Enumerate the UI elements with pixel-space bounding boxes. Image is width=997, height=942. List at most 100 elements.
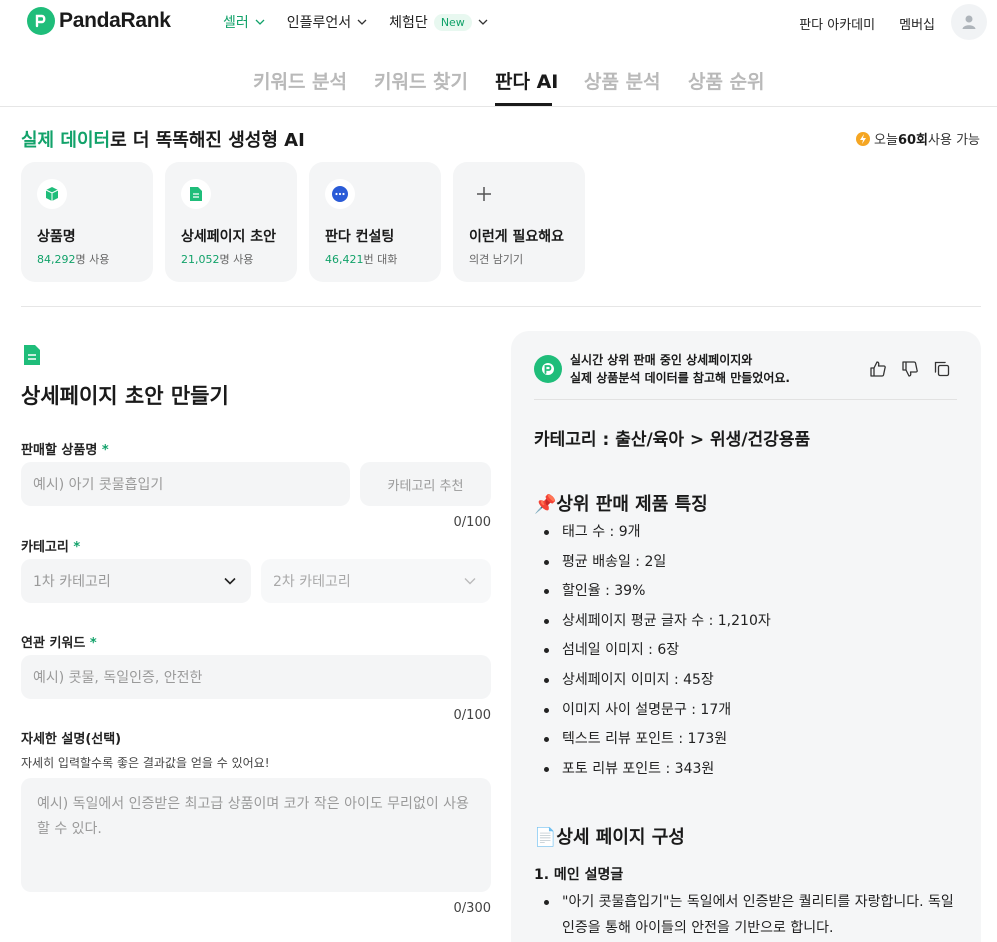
document-icon — [181, 179, 211, 209]
list-item: 섬네일 이미지 : 6장 — [534, 636, 771, 666]
detail-textarea[interactable]: 예시) 독일에서 인증받은 최고급 상품이며 코가 작은 아이도 무리없이 사용… — [21, 778, 491, 892]
menu-item-label: 체험단 — [389, 15, 428, 31]
card-feedback[interactable]: 이런게 필요해요 의견 남기기 — [453, 162, 585, 282]
main-desc-text: "아기 콧물흡입기"는 독일에서 인증받은 퀄리티를 자랑합니다. 독일인증을 … — [544, 889, 962, 941]
card-unit: 명 사용 — [75, 253, 110, 266]
required-mark: * — [73, 540, 81, 555]
bot-message-line: 실시간 상위 판매 중인 상세페이지와 — [570, 353, 753, 367]
required-mark: * — [89, 636, 97, 651]
form-title: 상세페이지 초안 만들기 — [21, 384, 229, 408]
label-text: 연관 키워드 — [21, 636, 86, 651]
category-recommend-button[interactable]: 카테고리 추천 — [360, 462, 491, 506]
chevron-down-icon — [357, 19, 367, 25]
active-tab-indicator — [495, 103, 552, 106]
features-heading: 📌상위 판매 제품 특징 — [534, 494, 708, 515]
membership-link[interactable]: 멤버십 — [899, 14, 935, 33]
top-nav: PandaRank 셀러 인플루언서 체험단 New 판다 아카데미 멤버십 — [0, 0, 997, 44]
headline-highlight: 실제 데이터 — [21, 130, 111, 151]
box-icon — [37, 179, 67, 209]
card-count: 84,292 — [37, 253, 76, 266]
product-name-counter: 0/100 — [453, 515, 491, 530]
thumbs-down-icon[interactable] — [901, 360, 919, 378]
result-panel: 실시간 상위 판매 중인 상세페이지와 실제 상품분석 데이터를 참고해 만들었… — [511, 331, 981, 942]
menu-item-influencer[interactable]: 인플루언서 — [287, 12, 367, 32]
list-item: 텍스트 리뷰 포인트 : 173원 — [534, 725, 771, 755]
logo[interactable]: PandaRank — [27, 7, 171, 35]
keywords-input[interactable]: 예시) 콧물, 독일인증, 안전한 — [21, 655, 491, 699]
new-badge: New — [433, 13, 472, 31]
card-unit: 명 사용 — [219, 253, 254, 266]
avatar[interactable] — [951, 4, 987, 40]
product-name-input[interactable]: 예시) 아기 콧물흡입기 — [21, 462, 350, 506]
page-headline: 실제 데이터로 더 똑똑해진 생성형 AI — [21, 126, 305, 152]
tab-keyword-find[interactable]: 키워드 찾기 — [374, 67, 468, 94]
category-result: 카테고리 : 출산/육아 > 위생/건강용품 — [534, 430, 811, 450]
card-product-name[interactable]: 상품명 84,292명 사용 — [21, 162, 153, 282]
card-count: 21,052 — [181, 253, 220, 266]
second-category-select[interactable]: 2차 카테고리 — [261, 559, 491, 603]
tab-product-ranking[interactable]: 상품 순위 — [688, 67, 765, 94]
usage-suffix: 사용 가능 — [928, 133, 980, 148]
chat-icon — [325, 179, 355, 209]
detail-hint: 자세히 입력할수록 좋은 결과값을 얻을 수 있어요! — [21, 756, 270, 770]
category-label: 카테고리 * — [21, 536, 80, 555]
result-actions — [869, 360, 951, 378]
detail-label: 자세한 설명(선택) — [21, 732, 122, 747]
keywords-label: 연관 키워드 * — [21, 632, 97, 651]
chevron-down-icon — [464, 578, 476, 585]
logo-mark-icon — [27, 7, 55, 35]
panel-divider — [534, 399, 957, 400]
list-item: 평균 배송일 : 2일 — [534, 548, 771, 578]
bolt-icon — [856, 131, 871, 146]
right-links: 판다 아카데미 멤버십 — [799, 14, 935, 33]
usage-count: 60회 — [897, 133, 929, 148]
card-title: 상세페이지 초안 — [181, 229, 277, 245]
card-sub: 46,421번 대화 — [325, 251, 397, 267]
usage-prefix: 오늘 — [874, 133, 898, 148]
structure-heading: 📄상세 페이지 구성 — [534, 827, 685, 848]
bot-message-line: 실제 상품분석 데이터를 참고해 만들었어요. — [570, 371, 790, 385]
card-count: 46,421 — [325, 253, 364, 266]
card-panda-consulting[interactable]: 판다 컨설팅 46,421번 대화 — [309, 162, 441, 282]
bot-message: 실시간 상위 판매 중인 상세페이지와 실제 상품분석 데이터를 참고해 만들었… — [570, 351, 790, 387]
feature-list: 태그 수 : 9개 평균 배송일 : 2일 할인율 : 39% 상세페이지 평균… — [534, 518, 771, 784]
first-category-select[interactable]: 1차 카테고리 — [21, 559, 251, 603]
card-title: 상품명 — [37, 229, 76, 245]
headline-rest: 로 더 똑똑해진 생성형 AI — [110, 130, 305, 151]
keywords-counter: 0/100 — [453, 708, 491, 723]
academy-link[interactable]: 판다 아카데미 — [799, 14, 875, 33]
card-sub: 84,292명 사용 — [37, 251, 109, 267]
tool-cards: 상품명 84,292명 사용 상세페이지 초안 21,052명 사용 판다 컨설… — [21, 162, 585, 282]
tab-panda-ai[interactable]: 판다 AI — [495, 67, 558, 94]
menu-item-label: 셀러 — [223, 15, 249, 31]
plus-icon — [469, 179, 499, 209]
product-name-label: 판매할 상품명 * — [21, 439, 109, 458]
tab-keyword-analysis[interactable]: 키워드 분석 — [253, 67, 347, 94]
chevron-down-icon — [224, 577, 236, 585]
usage-status: 오늘 60회 사용 가능 — [856, 129, 980, 148]
section-divider — [21, 306, 981, 307]
user-icon — [962, 15, 976, 29]
list-item: 이미지 사이 설명문구 : 17개 — [534, 696, 771, 726]
thumbs-up-icon[interactable] — [869, 360, 887, 378]
select-value: 1차 카테고리 — [33, 574, 111, 590]
list-item: 상세페이지 이미지 : 45장 — [534, 666, 771, 696]
list-item: 포토 리뷰 포인트 : 343원 — [534, 755, 771, 785]
card-detail-draft[interactable]: 상세페이지 초안 21,052명 사용 — [165, 162, 297, 282]
list-item: 태그 수 : 9개 — [534, 518, 771, 548]
select-value: 2차 카테고리 — [273, 574, 351, 590]
card-title: 이런게 필요해요 — [469, 229, 565, 245]
label-text: 판매할 상품명 — [21, 443, 98, 458]
menu-item-experience[interactable]: 체험단 New — [389, 12, 488, 32]
panda-bot-icon — [534, 355, 562, 383]
copy-icon[interactable] — [933, 360, 951, 378]
chevron-down-icon — [478, 19, 488, 25]
main-desc-heading: 1. 메인 설명글 — [534, 867, 624, 883]
tab-product-analysis[interactable]: 상품 분석 — [584, 67, 661, 94]
card-sub: 의견 남기기 — [469, 253, 524, 266]
menu-item-seller[interactable]: 셀러 — [223, 12, 265, 32]
menu-item-label: 인플루언서 — [286, 15, 352, 31]
chevron-down-icon — [255, 19, 265, 25]
label-text: 카테고리 — [21, 540, 69, 555]
required-mark: * — [101, 443, 109, 458]
